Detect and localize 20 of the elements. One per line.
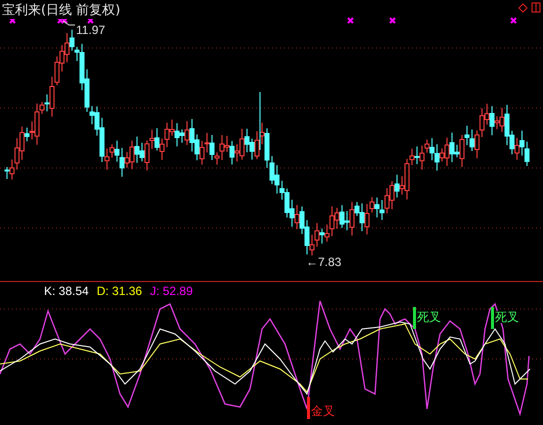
signal-bar: [491, 307, 494, 329]
signal-label: 死叉: [495, 311, 519, 323]
marker-icon: [389, 17, 396, 24]
signal-bar: [413, 307, 416, 329]
marker-icon: [347, 17, 354, 24]
indicator-value: D: 31.36: [96, 284, 142, 298]
price-label: 11.97: [76, 24, 106, 36]
marker-icon: [510, 17, 517, 24]
signal-bar: [307, 397, 310, 419]
signal-label: 死叉: [417, 311, 441, 323]
signal-label: 金叉: [311, 405, 335, 417]
price-label: ←7.83: [306, 256, 342, 268]
leader-line: [63, 20, 75, 28]
marker-icon: [9, 17, 16, 24]
marker-icon: [87, 17, 94, 24]
indicator-value: J: 52.89: [150, 284, 193, 298]
indicator-value: K: 38.54: [44, 284, 89, 298]
square-icon[interactable]: [531, 2, 541, 13]
chart-title: 宝利来(日线 前复权): [2, 1, 120, 19]
diamond-icon[interactable]: [518, 3, 528, 13]
